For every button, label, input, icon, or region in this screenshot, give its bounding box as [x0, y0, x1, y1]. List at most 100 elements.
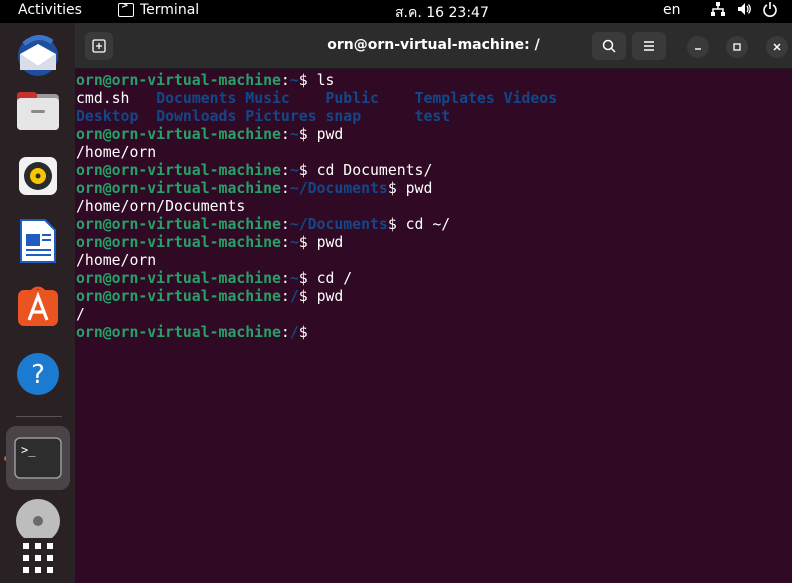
prompt-path: ~/Documents — [289, 180, 388, 197]
dock-item-help[interactable]: ? — [13, 349, 63, 399]
output-line: / — [76, 306, 792, 324]
prompt-path: ~ — [289, 234, 299, 251]
prompt-colon: : — [280, 324, 290, 341]
prompt-colon: : — [280, 234, 290, 251]
ls-output-line: cmd.sh Documents Music Public Templates … — [76, 90, 792, 108]
window-title: orn@orn-virtual-machine: / — [327, 37, 540, 53]
directory-entry: test — [414, 108, 451, 125]
output-text: /home/orn — [76, 252, 157, 269]
command-text: $ pwd — [387, 180, 433, 197]
prompt-path: ~ — [289, 126, 299, 143]
file-entry: cmd.sh — [76, 90, 157, 107]
terminal-icon — [118, 1, 134, 17]
app-center-icon — [18, 286, 58, 326]
command-text: $ pwd — [298, 288, 344, 305]
prompt-colon: : — [280, 216, 290, 233]
prompt-path: ~/Documents — [289, 216, 388, 233]
dock-item-writer[interactable] — [13, 216, 63, 266]
activities-button[interactable]: Activities — [18, 2, 82, 18]
dock-separator — [16, 416, 62, 417]
network-icon — [711, 2, 725, 16]
prompt-user: orn@orn-virtual-machine — [76, 270, 281, 287]
prompt-user: orn@orn-virtual-machine — [76, 324, 281, 341]
directory-entry: Music — [245, 90, 326, 107]
command-text: $ cd / — [298, 270, 353, 287]
prompt-colon: : — [280, 180, 290, 197]
dock-item-thunderbird[interactable] — [13, 29, 63, 79]
terminal-output[interactable]: orn@orn-virtual-machine:~$ ls cmd.sh Docu… — [76, 72, 792, 583]
prompt-line: orn@orn-virtual-machine:~$ ls — [76, 72, 792, 90]
minimize-button[interactable] — [687, 36, 709, 58]
output-line: /home/orn/Documents — [76, 198, 792, 216]
directory-entry: Desktop — [76, 108, 157, 125]
title-bar[interactable]: orn@orn-virtual-machine: / — [75, 23, 792, 69]
prompt-path: ~ — [289, 72, 299, 89]
directory-entry: Public — [325, 90, 415, 107]
output-text: / — [76, 306, 85, 323]
output-text: /home/orn/Documents — [76, 198, 246, 215]
prompt-colon: : — [280, 72, 290, 89]
ls-output-line: Desktop Downloads Pictures snap test — [76, 108, 792, 126]
directory-entry: snap — [325, 108, 415, 125]
directory-entry: Documents — [156, 90, 246, 107]
show-apps-button[interactable] — [13, 533, 63, 583]
minimize-icon — [695, 48, 701, 50]
prompt-user: orn@orn-virtual-machine — [76, 126, 281, 143]
command-text: $ ls — [298, 72, 335, 89]
close-button[interactable] — [766, 36, 788, 58]
directory-entry: Videos — [503, 90, 558, 107]
prompt-user: orn@orn-virtual-machine — [76, 216, 281, 233]
prompt-line: orn@orn-virtual-machine:/$ — [76, 324, 792, 342]
prompt-user: orn@orn-virtual-machine — [76, 72, 281, 89]
prompt-line: orn@orn-virtual-machine:~$ cd Documents/ — [76, 162, 792, 180]
directory-entry: Downloads — [156, 108, 246, 125]
menu-button[interactable] — [632, 32, 666, 60]
prompt-line: orn@orn-virtual-machine:~/Documents$ pwd — [76, 180, 792, 198]
command-text: $ cd ~/ — [387, 216, 451, 233]
dock-item-rhythmbox[interactable] — [13, 151, 63, 201]
volume-icon — [738, 3, 751, 15]
input-language[interactable]: en — [663, 2, 681, 18]
thunderbird-icon — [18, 35, 58, 76]
command-text: $ pwd — [298, 234, 344, 251]
prompt-line: orn@orn-virtual-machine:~$ cd / — [76, 270, 792, 288]
app-menu-label: Terminal — [140, 2, 200, 18]
prompt-user: orn@orn-virtual-machine — [76, 162, 281, 179]
dock-item-files[interactable] — [13, 86, 63, 136]
disc-icon — [16, 499, 60, 538]
prompt-user: orn@orn-virtual-machine — [76, 180, 281, 197]
prompt-line: orn@orn-virtual-machine:~$ pwd — [76, 234, 792, 252]
prompt-user: orn@orn-virtual-machine — [76, 288, 281, 305]
dock-item-terminal[interactable]: >_ — [6, 426, 70, 490]
terminal-window: orn@orn-virtual-machine: / orn@orn-virtu… — [75, 23, 792, 583]
command-text: $ cd Documents/ — [298, 162, 433, 179]
prompt-user: orn@orn-virtual-machine — [76, 234, 281, 251]
hamburger-icon — [644, 41, 654, 51]
prompt-colon: : — [280, 288, 290, 305]
output-line: /home/orn — [76, 144, 792, 162]
search-button[interactable] — [592, 32, 626, 60]
power-icon — [763, 2, 777, 17]
maximize-button[interactable] — [726, 36, 748, 58]
grid-icon — [23, 543, 53, 573]
app-menu[interactable]: Terminal — [118, 1, 200, 18]
dock: ? >_ — [0, 23, 75, 583]
prompt-path: ~ — [289, 162, 299, 179]
rhythmbox-icon — [19, 157, 57, 195]
top-bar: Activities Terminal ส.ค. 16 23:47 en — [0, 0, 792, 23]
search-icon — [602, 39, 616, 53]
prompt-path: ~ — [289, 270, 299, 287]
prompt-line: orn@orn-virtual-machine:~/Documents$ cd … — [76, 216, 792, 234]
dock-item-app-center[interactable] — [13, 281, 63, 331]
maximize-icon — [733, 43, 741, 51]
system-menu[interactable] — [710, 1, 778, 17]
command-text: $ — [298, 324, 308, 341]
prompt-colon: : — [280, 270, 290, 287]
prompt-path: / — [289, 324, 299, 341]
prompt-path: / — [289, 288, 299, 305]
directory-entry: Templates — [414, 90, 504, 107]
dock-item-disc[interactable] — [13, 498, 63, 538]
output-text: /home/orn — [76, 144, 157, 161]
clock[interactable]: ส.ค. 16 23:47 — [395, 2, 489, 24]
command-text: $ pwd — [298, 126, 344, 143]
